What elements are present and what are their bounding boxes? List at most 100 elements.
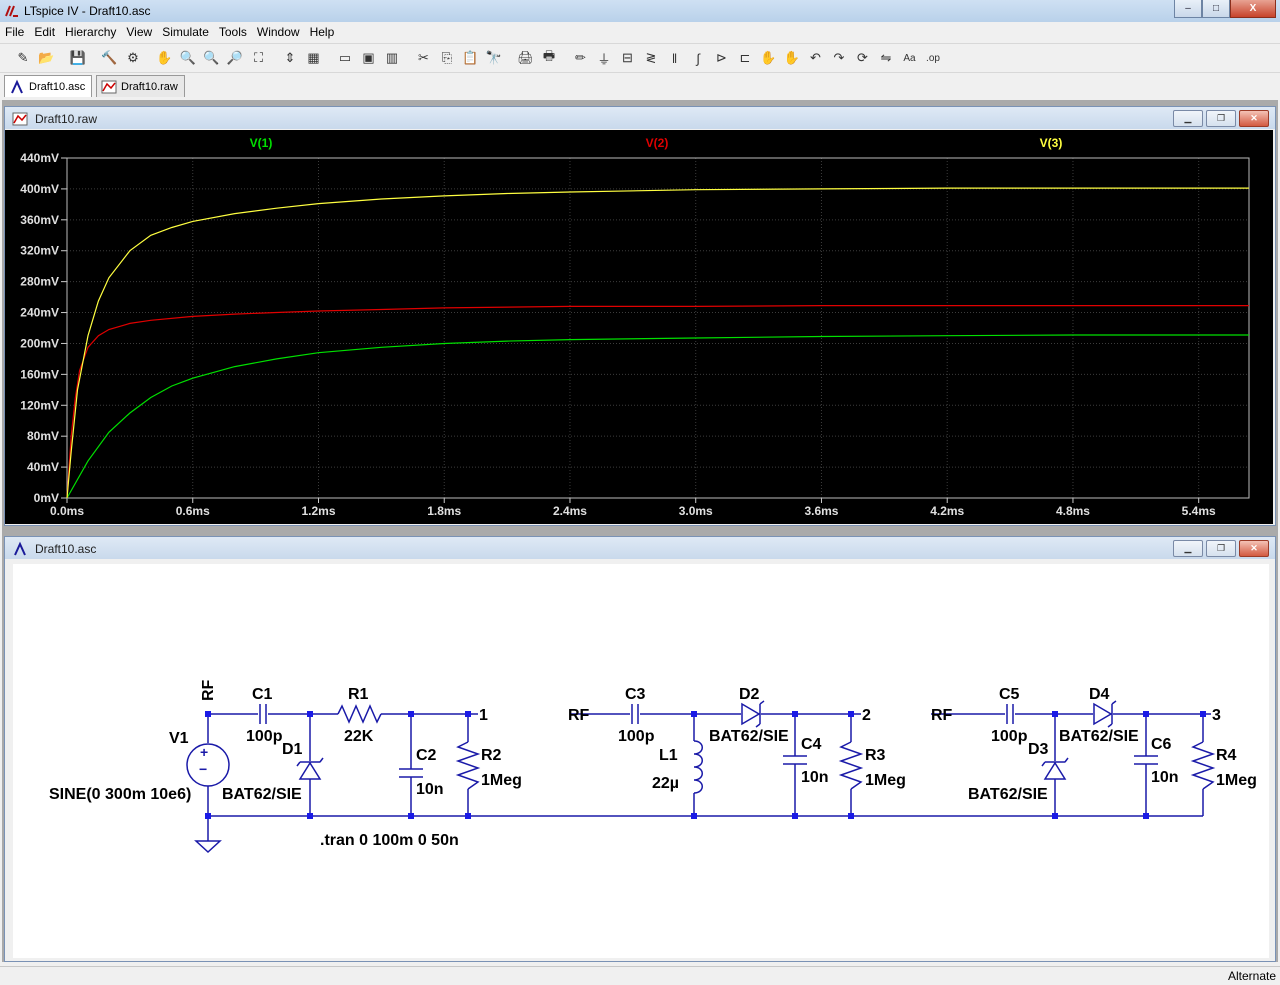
schematic-canvas[interactable]: −+ RF V1 SINE(0 300m 10e6) C1 100p D1 BA… — [13, 564, 1269, 958]
open-icon[interactable]: 📂 — [38, 49, 56, 67]
cut-icon[interactable]: ✂ — [415, 49, 433, 67]
resistor-icon[interactable]: ≷ — [642, 49, 660, 67]
spice-directive-icon[interactable]: .op — [924, 49, 942, 67]
move-icon[interactable]: ✋ — [760, 49, 778, 67]
autorange-icon[interactable]: ⇕ — [281, 49, 299, 67]
junction-dot — [465, 813, 471, 819]
paste-icon[interactable]: 📋 — [462, 49, 480, 67]
toolbar: ✎ 📂 💾 🔨 ⚙ ✋ 🔍 🔍 🔎 ⛶ ⇕ ▦ ▭ ▣ ▥ ✂ ⎘ 📋 🔭 🖨 🖶 ✏ ⏚ ⊟ ≷ ‖ ∫ ⊳ ⊏ ✋ ✋ ↶ ↷ ⟳ ⇋ Aa .op — [0, 43, 1280, 73]
control-panel-icon[interactable]: 🔨 — [101, 49, 119, 67]
save-icon[interactable]: 💾 — [69, 49, 87, 67]
tab-schematic[interactable]: Draft10.asc — [4, 75, 93, 97]
rotate-icon[interactable]: ⟳ — [854, 49, 872, 67]
tile-horizontal-icon[interactable]: ▭ — [336, 49, 354, 67]
child-close-button[interactable]: ✕ — [1239, 540, 1269, 557]
menu-hierarchy[interactable]: Hierarchy — [60, 22, 121, 39]
waveform-icon — [101, 80, 117, 93]
inductor-l1 — [693, 740, 703, 794]
zoom-pan-icon[interactable]: 🔍 — [203, 49, 221, 67]
capacitor-c1 — [259, 704, 267, 724]
menu-file[interactable]: File — [0, 22, 29, 39]
drag-icon[interactable]: ✋ — [783, 49, 801, 67]
r2-name: R2 — [481, 747, 502, 764]
child-close-button[interactable]: ✕ — [1239, 110, 1269, 127]
net-1-label: 1 — [479, 707, 488, 724]
junction-dot — [691, 711, 697, 717]
print-setup-icon[interactable]: 🖨 — [517, 49, 535, 67]
tab-waveform[interactable]: Draft10.raw — [96, 75, 185, 97]
junction-dot — [1143, 813, 1149, 819]
schematic-window-titlebar[interactable]: Draft10.asc ▁ ❐ ✕ — [5, 537, 1275, 559]
c6-value: 10n — [1151, 769, 1179, 786]
c3-name: C3 — [625, 686, 646, 703]
undo-icon[interactable]: ↶ — [807, 49, 825, 67]
v1-name: V1 — [169, 730, 189, 747]
schematic-icon — [11, 79, 23, 93]
minimize-button[interactable]: – — [1174, 0, 1202, 18]
y-tick-label: 440mV — [20, 151, 59, 165]
cascade-icon[interactable]: ▣ — [360, 49, 378, 67]
menu-window[interactable]: Window — [252, 22, 305, 39]
redo-icon[interactable]: ↷ — [830, 49, 848, 67]
trace-legend-label[interactable]: V(1) — [250, 136, 273, 150]
tab-label: Draft10.asc — [29, 80, 86, 93]
child-restore-button[interactable]: ❐ — [1206, 540, 1236, 557]
d2-value: BAT62/SIE — [709, 728, 789, 745]
print-icon[interactable]: 🖶 — [540, 48, 558, 67]
copy-icon[interactable]: ⎘ — [438, 49, 456, 67]
find-icon[interactable]: 🔭 — [485, 49, 503, 67]
x-tick-label: 3.6ms — [804, 504, 838, 518]
menu-simulate[interactable]: Simulate — [157, 22, 214, 39]
zoom-fit-icon[interactable]: ⛶ — [250, 49, 268, 67]
d4-value: BAT62/SIE — [1059, 728, 1139, 745]
inductor-icon[interactable]: ∫ — [689, 49, 707, 67]
maximize-button[interactable]: □ — [1202, 0, 1230, 18]
c1-value: 100p — [246, 728, 283, 745]
child-restore-button[interactable]: ❐ — [1206, 110, 1236, 127]
waveform-window-title: Draft10.raw — [35, 112, 98, 126]
zoom-out-icon[interactable]: 🔎 — [226, 49, 244, 67]
d3-name: D3 — [1028, 741, 1049, 758]
capacitor-icon[interactable]: ‖ — [666, 49, 684, 67]
junction-dot — [307, 711, 313, 717]
trace-legend-label[interactable]: V(3) — [1040, 136, 1063, 150]
waveform-window-titlebar[interactable]: Draft10.raw ▁ ❐ ✕ — [5, 107, 1275, 129]
diode-icon[interactable]: ⊳ — [713, 49, 731, 67]
menu-help[interactable]: Help — [305, 22, 340, 39]
status-bar: Alternate — [0, 966, 1280, 985]
junction-dot — [1052, 711, 1058, 717]
child-minimize-button[interactable]: ▁ — [1173, 540, 1203, 557]
ground-symbol — [194, 840, 222, 854]
label-net-icon[interactable]: ⊟ — [619, 49, 637, 67]
child-minimize-button[interactable]: ▁ — [1173, 110, 1203, 127]
menu-tools[interactable]: Tools — [214, 22, 252, 39]
junction-dot — [848, 711, 854, 717]
waveform-window: Draft10.raw ▁ ❐ ✕ 0mV 40mV 80mV 120mV 160mV 2… — [4, 106, 1276, 526]
ground-icon[interactable]: ⏚ — [595, 49, 613, 67]
r3-value: 1Meg — [865, 772, 906, 789]
tile-vertical-icon[interactable]: ▥ — [383, 49, 401, 67]
l1-value: 22µ — [652, 775, 679, 792]
waveform-plot[interactable]: 0mV 40mV 80mV 120mV 160mV 200mV 240mV 280mV 320m… — [5, 130, 1273, 524]
rf3-label: RF — [931, 707, 953, 724]
new-schematic-icon[interactable]: ✎ — [14, 49, 32, 67]
close-button[interactable]: X — [1230, 0, 1276, 18]
capacitor-c5 — [1006, 704, 1014, 724]
tran-directive: .tran 0 100m 0 50n — [320, 832, 459, 849]
x-tick-label: 4.8ms — [1056, 504, 1090, 518]
draw-wire-icon[interactable]: ✏ — [572, 49, 590, 67]
menu-view[interactable]: View — [121, 22, 157, 39]
pan-icon[interactable]: ✋ — [156, 49, 174, 67]
menu-edit[interactable]: Edit — [29, 22, 60, 39]
zoom-in-icon[interactable]: 🔍 — [179, 49, 197, 67]
mirror-icon[interactable]: ⇋ — [877, 49, 895, 67]
y-tick-label: 120mV — [20, 398, 59, 412]
run-icon[interactable]: ⚙ — [124, 49, 142, 67]
junction-dot — [307, 813, 313, 819]
text-icon[interactable]: Aa — [901, 49, 919, 67]
component-icon[interactable]: ⊏ — [736, 49, 754, 67]
grid-icon[interactable]: ▦ — [305, 49, 323, 67]
document-tabs: Draft10.asc Draft10.raw — [0, 73, 1280, 97]
v1-value: SINE(0 300m 10e6) — [49, 786, 191, 803]
trace-legend-label[interactable]: V(2) — [646, 136, 669, 150]
